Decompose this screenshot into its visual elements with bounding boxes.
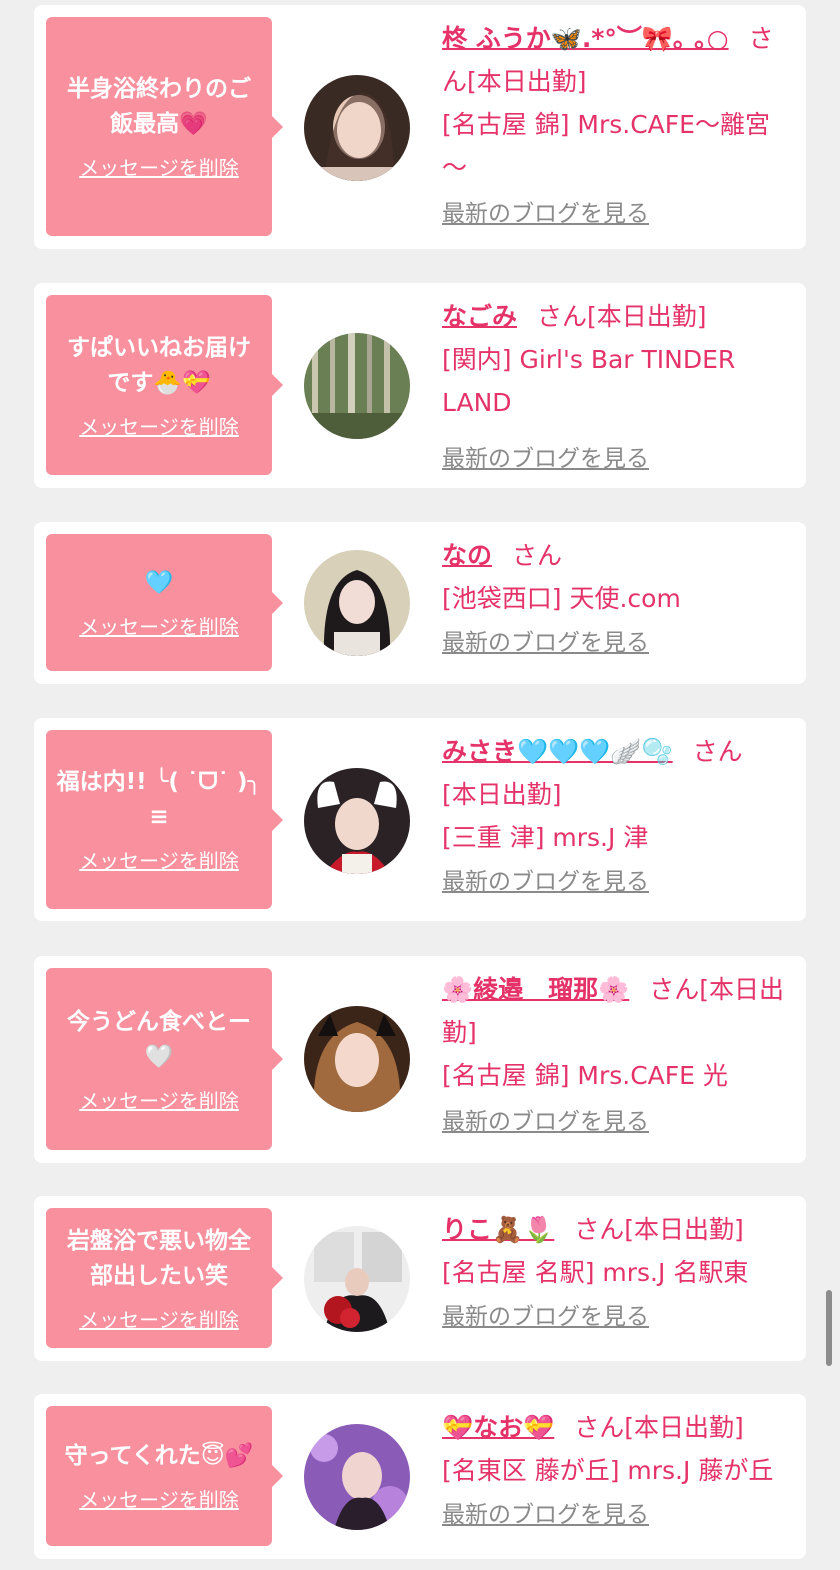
honorific: さん — [512, 541, 563, 570]
avatar[interactable] — [304, 1424, 410, 1530]
cast-info: みさき🩵🩵🩵🪽🫧 さん [本日出勤] [三重 津] mrs.J 津 最新のブログを… — [442, 730, 792, 897]
latest-blog-link[interactable]: 最新のブログを見る — [442, 199, 792, 229]
shop-name: [関内] Girl's Bar TINDER LAND — [442, 345, 736, 417]
honorific: さん — [692, 737, 743, 766]
avatar-photo — [304, 75, 410, 181]
delete-message-link[interactable]: メッセージを削除 — [79, 1304, 239, 1333]
cast-info: 柊 ふうか🦋.*°︶🎀｡ ｡○ さん[本日出勤] [名古屋 錦] Mrs.CAFE… — [442, 17, 792, 229]
message-bubble: 岩盤浴で悪い物全部出したい笑 メッセージを削除 — [46, 1208, 283, 1348]
latest-blog-link[interactable]: 最新のブログを見る — [442, 1302, 792, 1332]
delete-message-link[interactable]: メッセージを削除 — [79, 611, 239, 640]
cast-name[interactable]: りこ🧸🌷 — [442, 1215, 554, 1244]
message-card: すぱいいねお届けです🐣💝 メッセージを削除 なごみ さん[本日出勤] [関内] G… — [34, 283, 806, 488]
cast-info: なごみ さん[本日出勤] [関内] Girl's Bar TINDER LAND … — [442, 295, 792, 474]
cast-info: 🌸綾邉 瑠那🌸 さん[本日出勤] [名古屋 錦] Mrs.CAFE 光 最新のブロ… — [442, 968, 792, 1137]
message-bubble: 福は内!! ╰( ˙ᗜ˙ )╮ ≡ メッセージを削除 — [46, 730, 283, 909]
message-card: 🩵 メッセージを削除 なの さん [池袋西口] 天使.com 最新のブログを見る — [34, 522, 806, 684]
message-text: 福は内!! ╰( ˙ᗜ˙ )╮ ≡ — [56, 769, 262, 830]
avatar-photo — [304, 333, 410, 439]
avatar[interactable] — [304, 75, 410, 181]
shop-name: [名古屋 錦] Mrs.CAFE～離宮～ — [442, 110, 770, 182]
avatar[interactable] — [304, 333, 410, 439]
message-card: 今うどん食べとー🤍 メッセージを削除 🌸綾邉 瑠那🌸 さん[本日出勤] [名古屋 … — [34, 956, 806, 1163]
cast-name[interactable]: 💝なお💝 — [442, 1413, 554, 1442]
latest-blog-link[interactable]: 最新のブログを見る — [442, 444, 792, 474]
scrollbar[interactable] — [826, 1290, 832, 1366]
message-bubble: 守ってくれた😇💕 メッセージを削除 — [46, 1406, 283, 1546]
cast-info: りこ🧸🌷 さん[本日出勤] [名古屋 名駅] mrs.J 名駅東 最新のブログを見… — [442, 1208, 792, 1332]
latest-blog-link[interactable]: 最新のブログを見る — [442, 1107, 792, 1137]
honorific: さん — [537, 302, 588, 331]
message-bubble: すぱいいねお届けです🐣💝 メッセージを削除 — [46, 295, 283, 475]
attendance-status: [本日出勤] — [587, 302, 707, 331]
shop-name: [名東区 藤が丘] mrs.J 藤が丘 — [442, 1456, 774, 1485]
delete-message-link[interactable]: メッセージを削除 — [79, 845, 239, 874]
shop-name: [名古屋 錦] Mrs.CAFE 光 — [442, 1061, 728, 1090]
avatar[interactable] — [304, 550, 410, 656]
message-text: 今うどん食べとー🤍 — [67, 1008, 251, 1070]
avatar-photo — [304, 550, 410, 656]
shop-name: [池袋西口] 天使.com — [442, 584, 681, 613]
message-bubble: 今うどん食べとー🤍 メッセージを削除 — [46, 968, 283, 1150]
latest-blog-link[interactable]: 最新のブログを見る — [442, 1500, 792, 1530]
shop-name: [名古屋 名駅] mrs.J 名駅東 — [442, 1258, 749, 1287]
avatar[interactable] — [304, 1006, 410, 1112]
honorific: さん — [649, 975, 700, 1004]
cast-name[interactable]: なの — [442, 541, 492, 570]
message-text: 🩵 — [144, 569, 174, 596]
message-text: 岩盤浴で悪い物全部出したい笑 — [67, 1227, 251, 1289]
delete-message-link[interactable]: メッセージを削除 — [79, 152, 239, 181]
delete-message-link[interactable]: メッセージを削除 — [79, 1484, 239, 1513]
avatar[interactable] — [304, 1226, 410, 1332]
cast-name[interactable]: みさき🩵🩵🩵🪽🫧 — [442, 737, 673, 766]
message-bubble: 半身浴終わりのご飯最高💗 メッセージを削除 — [46, 17, 283, 236]
message-bubble: 🩵 メッセージを削除 — [46, 534, 283, 671]
cast-info: 💝なお💝 さん[本日出勤] [名東区 藤が丘] mrs.J 藤が丘 最新のブログを… — [442, 1406, 792, 1530]
attendance-status: [本日出勤] — [442, 780, 562, 809]
latest-blog-link[interactable]: 最新のブログを見る — [442, 628, 792, 658]
latest-blog-link[interactable]: 最新のブログを見る — [442, 867, 792, 897]
avatar-photo — [304, 1226, 410, 1332]
avatar-photo — [304, 768, 410, 874]
cast-name[interactable]: 🌸綾邉 瑠那🌸 — [442, 975, 629, 1004]
message-text: すぱいいねお届けです🐣💝 — [67, 334, 251, 396]
attendance-status: [本日出勤] — [467, 67, 587, 96]
delete-message-link[interactable]: メッセージを削除 — [79, 411, 239, 440]
attendance-status: [本日出勤] — [624, 1413, 744, 1442]
message-text: 守ってくれた😇💕 — [64, 1443, 254, 1469]
delete-message-link[interactable]: メッセージを削除 — [79, 1085, 239, 1114]
avatar-photo — [304, 1424, 410, 1530]
cast-name[interactable]: なごみ — [442, 302, 517, 331]
message-card: 福は内!! ╰( ˙ᗜ˙ )╮ ≡ メッセージを削除 みさき🩵🩵🩵🪽🫧 さん [本… — [34, 718, 806, 921]
message-card: 守ってくれた😇💕 メッセージを削除 💝なお💝 さん[本日出勤] [名東区 藤が丘]… — [34, 1394, 806, 1559]
avatar[interactable] — [304, 768, 410, 874]
message-text: 半身浴終わりのご飯最高💗 — [67, 76, 251, 137]
avatar-photo — [304, 1006, 410, 1112]
shop-name: [三重 津] mrs.J 津 — [442, 823, 649, 852]
honorific: さん — [574, 1413, 625, 1442]
message-card: 半身浴終わりのご飯最高💗 メッセージを削除 柊 ふうか🦋.*°︶🎀｡ ｡○ さん[… — [34, 5, 806, 249]
attendance-status: [本日出勤] — [624, 1215, 744, 1244]
honorific: さん — [574, 1215, 625, 1244]
message-card: 岩盤浴で悪い物全部出したい笑 メッセージを削除 りこ🧸🌷 さん[本日出勤] [名古… — [34, 1196, 806, 1361]
cast-info: なの さん [池袋西口] 天使.com 最新のブログを見る — [442, 534, 792, 658]
cast-name[interactable]: 柊 ふうか🦋.*°︶🎀｡ ｡○ — [442, 24, 729, 53]
message-list: 半身浴終わりのご飯最高💗 メッセージを削除 柊 ふうか🦋.*°︶🎀｡ ｡○ さん[… — [0, 0, 840, 1570]
